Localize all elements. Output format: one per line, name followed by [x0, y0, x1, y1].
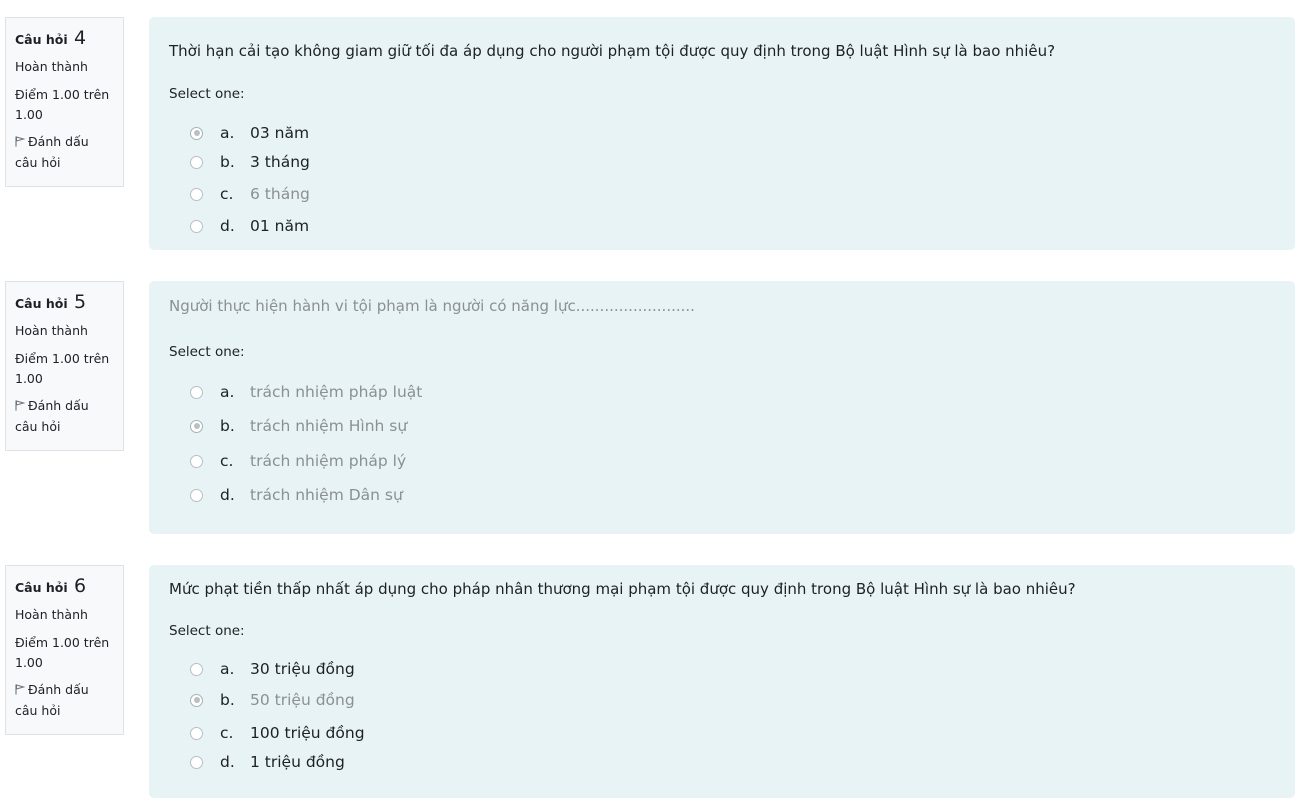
option-text: trách nhiệm pháp lý: [250, 452, 407, 470]
option-c[interactable]: c. 100 triệu đồng: [190, 724, 365, 742]
question-content-4: Thời hạn cải tạo không giam giữ tối đa á…: [149, 17, 1295, 250]
question-number: Câu hỏi 6: [15, 574, 115, 599]
question-content-6: Mức phạt tiền thấp nhất áp dụng cho pháp…: [149, 565, 1295, 798]
radio-button-selected[interactable]: [190, 693, 203, 707]
question-number: Câu hỏi 4: [15, 26, 115, 51]
flag-question-link[interactable]: Đánh dấu câu hỏi: [15, 132, 115, 173]
option-d[interactable]: d. 01 năm: [190, 217, 310, 235]
flag-icon: [15, 400, 25, 411]
option-text: 100 triệu đồng: [250, 724, 365, 742]
option-letter: d.: [220, 486, 235, 504]
option-a[interactable]: a. 30 triệu đồng: [190, 660, 355, 678]
option-text: trách nhiệm pháp luật: [250, 383, 423, 401]
question-label: Câu hỏi: [15, 296, 68, 311]
question-label: Câu hỏi: [15, 580, 68, 595]
question-content-5: Người thực hiện hành vi tội phạm là ngườ…: [149, 281, 1295, 534]
question-info-5: Câu hỏi 5 Hoàn thành Điểm 1.00 trên 1.00…: [5, 281, 124, 451]
radio-button[interactable]: [190, 155, 203, 169]
question-grade: Điểm 1.00 trên 1.00: [15, 350, 110, 387]
option-letter: c.: [220, 452, 234, 470]
option-letter: a.: [220, 383, 235, 401]
flag-icon: [15, 136, 25, 147]
flag-label: Đánh dấu câu hỏi: [15, 397, 89, 434]
radio-button[interactable]: [190, 488, 203, 502]
option-a[interactable]: a. trách nhiệm pháp luật: [190, 383, 423, 401]
option-text: 3 tháng: [250, 153, 310, 171]
option-d[interactable]: d. 1 triệu đồng: [190, 753, 345, 771]
option-a[interactable]: a. 03 năm: [190, 124, 310, 142]
radio-button[interactable]: [190, 187, 203, 201]
option-letter: c.: [220, 724, 234, 742]
question-state: Hoàn thành: [15, 322, 88, 338]
flag-label: Đánh dấu câu hỏi: [15, 133, 89, 170]
option-b[interactable]: b. 3 tháng: [190, 153, 310, 171]
option-text: 03 năm: [250, 124, 310, 142]
question-number-value: 5: [74, 291, 87, 313]
radio-button[interactable]: [190, 454, 203, 468]
option-d[interactable]: d. trách nhiệm Dân sự: [190, 486, 403, 504]
select-one-prompt: Select one:: [169, 344, 245, 360]
option-text: 1 triệu đồng: [250, 753, 345, 771]
option-letter: a.: [220, 124, 235, 142]
flag-label: Đánh dấu câu hỏi: [15, 681, 89, 718]
select-one-prompt: Select one:: [169, 86, 245, 102]
option-c[interactable]: c. 6 tháng: [190, 185, 310, 203]
option-text: trách nhiệm Dân sự: [250, 486, 403, 504]
radio-button[interactable]: [190, 385, 203, 399]
question-grade: Điểm 1.00 trên 1.00: [15, 634, 110, 671]
option-letter: b.: [220, 417, 235, 435]
flag-question-link[interactable]: Đánh dấu câu hỏi: [15, 396, 115, 437]
question-text: Người thực hiện hành vi tội phạm là ngườ…: [169, 297, 695, 315]
radio-button[interactable]: [190, 755, 203, 769]
radio-button[interactable]: [190, 726, 203, 740]
option-letter: d.: [220, 753, 235, 771]
question-label: Câu hỏi: [15, 32, 68, 47]
flag-question-link[interactable]: Đánh dấu câu hỏi: [15, 680, 115, 721]
flag-icon: [15, 684, 25, 695]
question-number-value: 4: [74, 27, 87, 49]
radio-button[interactable]: [190, 219, 203, 233]
question-info-4: Câu hỏi 4 Hoàn thành Điểm 1.00 trên 1.00…: [5, 17, 124, 187]
question-text: Thời hạn cải tạo không giam giữ tối đa á…: [169, 42, 1056, 60]
question-grade: Điểm 1.00 trên 1.00: [15, 86, 110, 123]
select-one-prompt: Select one:: [169, 623, 245, 639]
question-state: Hoàn thành: [15, 58, 88, 74]
option-text: 30 triệu đồng: [250, 660, 355, 678]
option-letter: a.: [220, 660, 235, 678]
option-letter: b.: [220, 691, 235, 709]
option-letter: d.: [220, 217, 235, 235]
radio-button-selected[interactable]: [190, 126, 203, 140]
option-letter: c.: [220, 185, 234, 203]
option-text: 50 triệu đồng: [250, 691, 355, 709]
radio-button-selected[interactable]: [190, 419, 203, 433]
option-b[interactable]: b. trách nhiệm Hình sự: [190, 417, 408, 435]
option-b[interactable]: b. 50 triệu đồng: [190, 691, 355, 709]
option-letter: b.: [220, 153, 235, 171]
question-state: Hoàn thành: [15, 606, 88, 622]
question-info-6: Câu hỏi 6 Hoàn thành Điểm 1.00 trên 1.00…: [5, 565, 124, 735]
option-text: trách nhiệm Hình sự: [250, 417, 408, 435]
question-number: Câu hỏi 5: [15, 290, 115, 315]
option-text: 01 năm: [250, 217, 310, 235]
question-text: Mức phạt tiền thấp nhất áp dụng cho pháp…: [169, 580, 1076, 598]
question-number-value: 6: [74, 575, 87, 597]
option-text: 6 tháng: [250, 185, 310, 203]
radio-button[interactable]: [190, 662, 203, 676]
option-c[interactable]: c. trách nhiệm pháp lý: [190, 452, 407, 470]
